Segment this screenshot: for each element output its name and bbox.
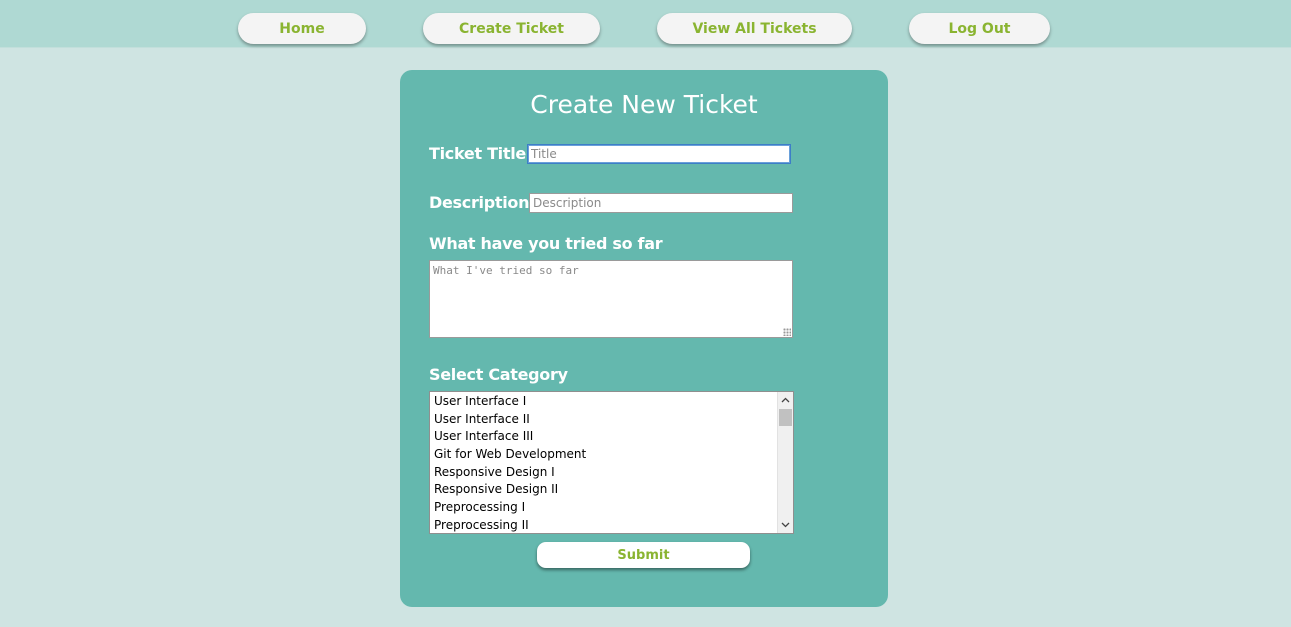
top-nav-bar: Home Create Ticket View All Tickets Log … <box>0 0 1291 48</box>
category-option[interactable]: Responsive Design II <box>430 481 793 499</box>
category-option[interactable]: User Interface I <box>430 393 793 411</box>
chevron-up-icon[interactable] <box>778 392 793 408</box>
nav-create-ticket-button[interactable]: Create Ticket <box>423 13 600 44</box>
category-option[interactable]: Preprocessing I <box>430 499 793 517</box>
category-scrollbar[interactable] <box>777 392 793 533</box>
description-label: Description <box>429 193 530 212</box>
tried-so-far-wrapper <box>429 260 793 338</box>
resize-grip-icon[interactable] <box>783 328 791 336</box>
scrollbar-thumb[interactable] <box>779 409 792 426</box>
ticket-title-input[interactable] <box>527 144 791 164</box>
category-option[interactable]: Responsive Design I <box>430 464 793 482</box>
category-listbox[interactable]: User Interface I User Interface II User … <box>429 391 794 534</box>
submit-button[interactable]: Submit <box>537 542 750 568</box>
chevron-down-icon[interactable] <box>778 517 793 533</box>
create-ticket-panel: Create New Ticket Ticket Title Descripti… <box>400 70 888 607</box>
category-option[interactable]: User Interface III <box>430 428 793 446</box>
nav-log-out-button[interactable]: Log Out <box>909 13 1050 44</box>
tried-so-far-label: What have you tried so far <box>429 234 663 253</box>
category-option[interactable]: Git for Web Development <box>430 446 793 464</box>
page-title: Create New Ticket <box>530 90 758 119</box>
category-options: User Interface I User Interface II User … <box>430 392 793 533</box>
nav-home-button[interactable]: Home <box>238 13 366 44</box>
description-input[interactable] <box>529 193 793 213</box>
category-option[interactable]: User Interface II <box>430 411 793 429</box>
select-category-label: Select Category <box>429 365 568 384</box>
category-option[interactable]: Preprocessing II <box>430 517 793 533</box>
ticket-title-label: Ticket Title <box>429 144 526 163</box>
nav-view-all-tickets-button[interactable]: View All Tickets <box>657 13 852 44</box>
tried-so-far-textarea[interactable] <box>429 260 793 338</box>
